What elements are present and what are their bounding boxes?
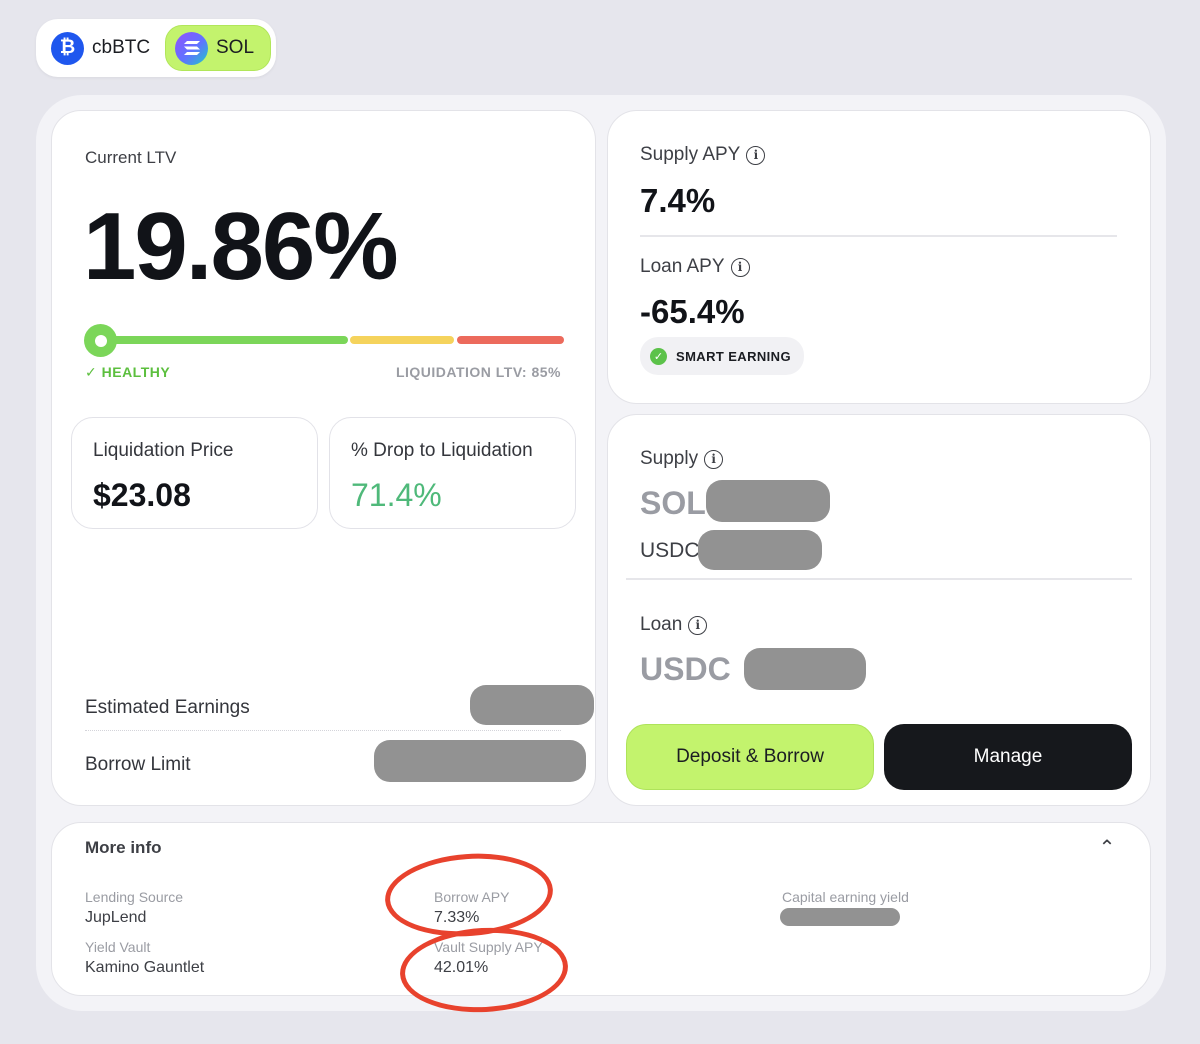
info-icon[interactable]: i [688,615,708,635]
asset-tab-sol[interactable]: SOL [165,25,271,71]
supply-asset-usdc: USDC [640,539,700,562]
ltv-indicator-knob [84,324,117,357]
redacted-capital-earning-yield [780,908,900,926]
ltv-bar-danger-segment [457,336,564,344]
asset-tab-label: cbBTC [92,37,151,58]
info-icon[interactable]: i [730,257,750,277]
bitcoin-coin-icon: ₿ [51,31,84,65]
asset-switcher: ₿ cbBTC SOL [36,19,276,77]
yield-vault-label: Yield Vault [85,939,151,955]
smart-earning-text: SMART EARNING [676,348,791,364]
loan-apy-value: -65.4% [640,293,745,330]
collapse-chevron-up-icon[interactable]: ⌃ [1096,836,1118,859]
more-info-title: More info [85,838,162,857]
drop-to-liquidation-card: % Drop to Liquidation 71.4% [329,417,576,529]
lending-source-label: Lending Source [85,889,184,905]
supply-label: Supply i [640,448,724,470]
lending-source-value: JupLend [85,909,147,926]
supply-apy-value: 7.4% [640,182,716,219]
positions-divider [626,578,1132,580]
info-icon[interactable]: i [704,449,724,469]
liquidation-ltv: LIQUIDATION LTV: 85% [395,364,561,380]
redacted-supply-sol-amount [706,480,830,522]
more-info-card [51,822,1151,996]
loan-asset-usdc: USDC [640,651,731,687]
redacted-borrow-limit [374,740,586,782]
current-ltv-label: Current LTV [85,148,177,167]
solana-coin-icon [175,31,208,65]
current-ltv-value: 19.86% [83,193,399,300]
row-divider [85,730,561,731]
borrow-limit-label: Borrow Limit [85,754,191,775]
smart-earning-badge: ✓ SMART EARNING [640,337,804,375]
liquidation-price-card: Liquidation Price $23.08 [71,417,318,529]
verified-check-icon: ✓ [650,347,667,365]
ltv-bar-warning-segment [350,336,454,344]
drop-to-liquidation-label: % Drop to Liquidation [351,440,533,461]
supply-asset-sol: SOL [640,485,706,521]
apy-divider [640,235,1117,237]
liquidation-price-value: $23.08 [93,477,191,513]
liquidation-price-label: Liquidation Price [93,440,234,461]
supply-text: Supply [640,448,699,469]
capital-earning-yield-label: Capital earning yield [782,889,909,905]
yield-vault-value: Kamino Gauntlet [85,959,205,976]
manage-button[interactable]: Manage [884,724,1132,790]
redacted-loan-amount [744,648,866,690]
supply-apy-text: Supply APY [640,144,741,165]
drop-to-liquidation-value: 71.4% [351,477,442,513]
health-status: ✓ HEALTHY [85,364,171,380]
redacted-estimated-earnings [470,685,594,725]
deposit-borrow-button[interactable]: Deposit & Borrow [626,724,874,790]
ltv-bar-healthy-segment [98,336,348,344]
loan-apy-text: Loan APY [640,256,725,277]
info-icon[interactable]: i [746,145,766,165]
loan-text: Loan [640,614,683,635]
loan-label: Loan i [640,614,708,636]
supply-apy-label: Supply APY i [640,144,766,166]
redacted-supply-usdc-amount [698,530,822,570]
asset-tab-cbbtc[interactable]: ₿ cbBTC [42,25,162,71]
loan-apy-label: Loan APY i [640,256,750,278]
estimated-earnings-label: Estimated Earnings [85,697,250,718]
asset-tab-label: SOL [216,37,255,58]
